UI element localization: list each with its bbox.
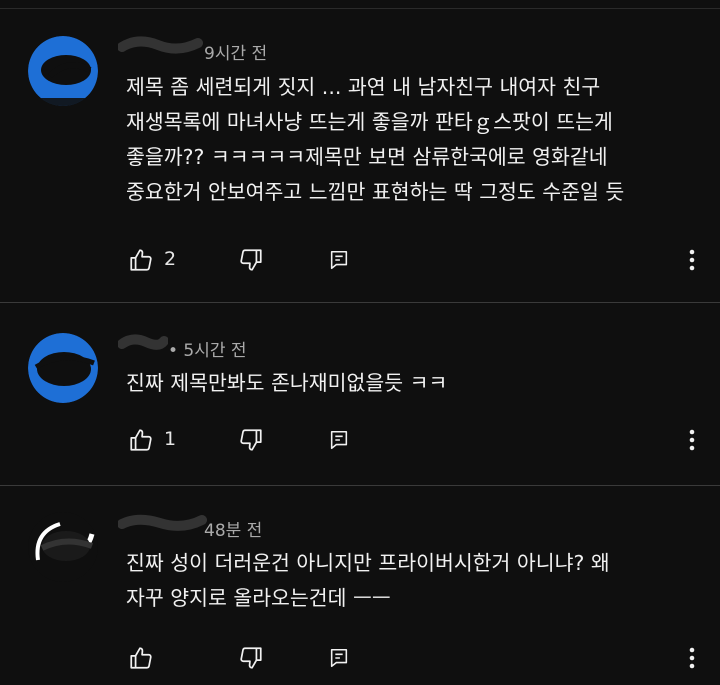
avatar-image <box>28 36 98 106</box>
dislike-button[interactable] <box>236 245 266 275</box>
more-options-button[interactable] <box>682 643 702 673</box>
comment-line: 중요한거 안보여주고 느낌만 표현하는 딱 그정도 수준일 듯 <box>126 180 625 204</box>
redacted-username <box>117 33 208 64</box>
more-options-button[interactable] <box>682 425 702 455</box>
comment-text: 진짜 제목만봐도 존나재미없을듯 ㅋㅋ <box>126 366 447 401</box>
redacted-username <box>117 330 169 361</box>
comment-line: 진짜 제목만봐도 존나재미없을듯 ㅋㅋ <box>126 371 448 395</box>
dislike-button[interactable] <box>236 425 266 455</box>
comment-line: 제목 좀 세련되게 짓지 ... 과연 내 남자친구 내여자 친구 <box>126 75 601 99</box>
reply-icon <box>330 250 348 270</box>
comment-text: 제목 좀 세련되게 짓지 ... 과연 내 남자친구 내여자 친구 재생목록에 … <box>126 70 624 210</box>
more-options-button[interactable] <box>682 245 702 275</box>
more-vert-icon <box>689 429 695 451</box>
thumbs-down-icon <box>240 249 262 271</box>
comment-actions: 1 <box>126 425 686 455</box>
redacted-username <box>117 510 208 541</box>
comment-item: 9시간 전 제목 좀 세련되게 짓지 ... 과연 내 남자친구 내여자 친구 … <box>0 0 720 300</box>
dislike-button[interactable] <box>236 643 266 673</box>
like-button[interactable] <box>126 245 156 275</box>
comment-item: • 5시간 전 진짜 제목만봐도 존나재미없을듯 ㅋㅋ 1 <box>0 303 720 483</box>
thumbs-down-icon <box>240 429 262 451</box>
thumbs-up-icon <box>130 249 152 271</box>
like-button[interactable] <box>126 643 156 673</box>
thumbs-up-icon <box>130 647 152 669</box>
thumbs-down-icon <box>240 647 262 669</box>
avatar-image <box>28 333 98 403</box>
comment-actions: 2 <box>126 245 686 275</box>
comment-meta: • 5시간 전 <box>117 334 247 361</box>
reply-icon <box>330 648 348 668</box>
comment-item: 48분 전 진짜 성이 더러운건 아니지만 프라이버시한거 아니냐? 왜 자꾸 … <box>0 486 720 685</box>
avatar[interactable] <box>28 36 98 106</box>
avatar[interactable] <box>28 333 98 403</box>
comment-meta: 9시간 전 <box>117 36 268 64</box>
comment-line: 진짜 성이 더러운건 아니지만 프라이버시한거 아니냐? 왜 <box>126 551 610 575</box>
reply-button[interactable] <box>324 425 354 455</box>
comment-line: 좋을까?? ㅋㅋㅋㅋㅋ제목만 보면 삼류한국에로 영화같네 <box>126 145 608 169</box>
avatar[interactable] <box>28 512 98 582</box>
reply-button[interactable] <box>324 643 354 673</box>
more-vert-icon <box>689 647 695 669</box>
reply-button[interactable] <box>324 245 354 275</box>
like-button[interactable] <box>126 425 156 455</box>
comment-line: 재생목록에 마녀사냥 뜨는게 좋을까 판타ｇ스팟이 뜨는게 <box>126 110 613 134</box>
like-count: 1 <box>164 428 177 450</box>
thumbs-up-icon <box>130 429 152 451</box>
comment-actions <box>126 643 686 673</box>
comment-text: 진짜 성이 더러운건 아니지만 프라이버시한거 아니냐? 왜 자꾸 양지로 올라… <box>126 546 610 616</box>
comment-time: • 5시간 전 <box>168 341 247 361</box>
comment-line: 자꾸 양지로 올라오는건데 ㅡㅡ <box>126 586 391 610</box>
like-count: 2 <box>164 248 177 270</box>
comment-meta: 48분 전 <box>117 514 263 541</box>
avatar-image <box>28 512 98 582</box>
reply-icon <box>330 430 348 450</box>
comment-time: 48분 전 <box>204 521 263 541</box>
more-vert-icon <box>689 249 695 271</box>
comment-time: 9시간 전 <box>204 44 268 64</box>
